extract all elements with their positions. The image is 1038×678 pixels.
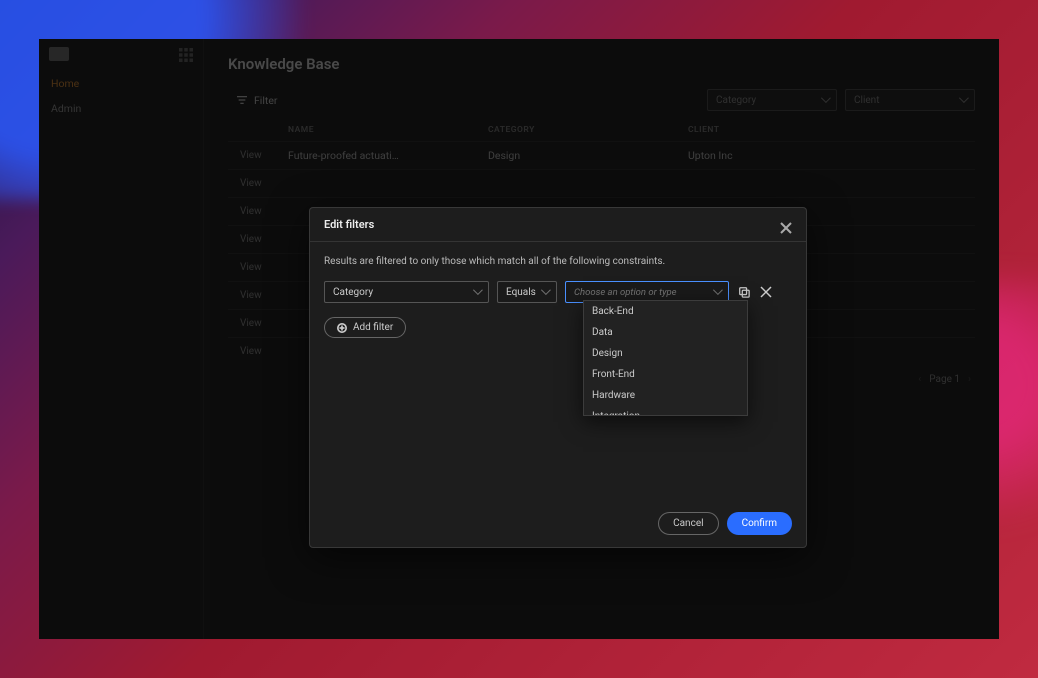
add-filter-label: Add filter [353,322,393,333]
filter-field-value: Category [333,287,373,298]
chevron-down-icon [541,287,548,298]
remove-filter-icon[interactable] [759,285,773,299]
close-icon[interactable] [780,219,792,231]
cancel-button[interactable]: Cancel [658,512,718,535]
dropdown-option[interactable]: Data [584,322,747,343]
filter-value-placeholder: Choose an option or type [574,287,677,298]
edit-filters-modal: Edit filters Results are filtered to onl… [309,207,807,548]
filter-operator-value: Equals [506,287,536,298]
dropdown-option[interactable]: Back-End [584,301,747,322]
filter-operator-select[interactable]: Equals [497,281,557,303]
filter-value-dropdown: Back-EndDataDesignFront-EndHardwareInteg… [583,300,748,416]
app-window: Home Admin Knowledge Base Filter Categor… [39,39,999,639]
modal-title: Edit filters [324,218,374,231]
dropdown-option[interactable]: Integration [584,406,747,416]
dropdown-option[interactable]: Front-End [584,364,747,385]
dropdown-option[interactable]: Design [584,343,747,364]
duplicate-filter-icon[interactable] [737,285,751,299]
chevron-down-icon [713,287,720,298]
modal-hint: Results are filtered to only those which… [324,256,792,267]
confirm-button[interactable]: Confirm [727,512,792,535]
filter-field-select[interactable]: Category [324,281,489,303]
dropdown-option[interactable]: Hardware [584,385,747,406]
add-filter-button[interactable]: Add filter [324,317,406,338]
chevron-down-icon [473,287,480,298]
